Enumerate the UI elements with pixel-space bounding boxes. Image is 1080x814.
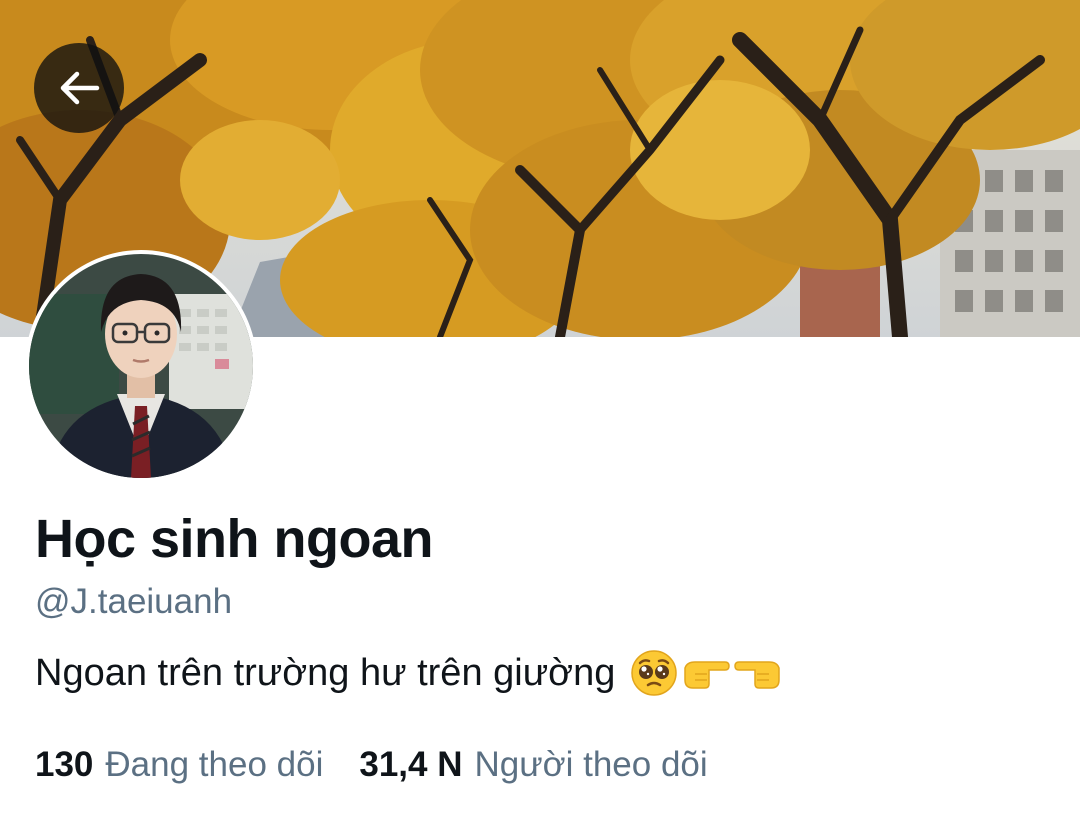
avatar-image: [29, 254, 253, 478]
pointing-left-emoji-icon: [734, 661, 781, 689]
bio-emojis: [629, 648, 783, 698]
followers-link[interactable]: 31,4 N Người theo dõi: [359, 745, 707, 785]
display-name: Học sinh ngoan: [35, 509, 434, 569]
followers-count: 31,4 N: [359, 745, 463, 784]
profile-stats: 130 Đang theo dõi 31,4 N Người theo dõi: [35, 745, 708, 785]
bio-text: Ngoan trên trường hư trên giường: [35, 651, 616, 694]
avatar[interactable]: [25, 250, 257, 482]
pointing-right-emoji-icon: [684, 661, 731, 689]
following-label: Đang theo dõi: [105, 745, 324, 784]
followers-label: Người theo dõi: [474, 745, 708, 784]
following-count: 130: [35, 745, 94, 784]
following-link[interactable]: 130 Đang theo dõi: [35, 745, 323, 785]
profile-bio: Ngoan trên trường hư trên giường: [35, 648, 783, 698]
user-handle: @J.taeiuanh: [35, 582, 233, 621]
pleading-face-emoji-icon: [631, 650, 678, 696]
back-button[interactable]: [34, 43, 124, 133]
back-arrow-icon: [60, 71, 100, 105]
